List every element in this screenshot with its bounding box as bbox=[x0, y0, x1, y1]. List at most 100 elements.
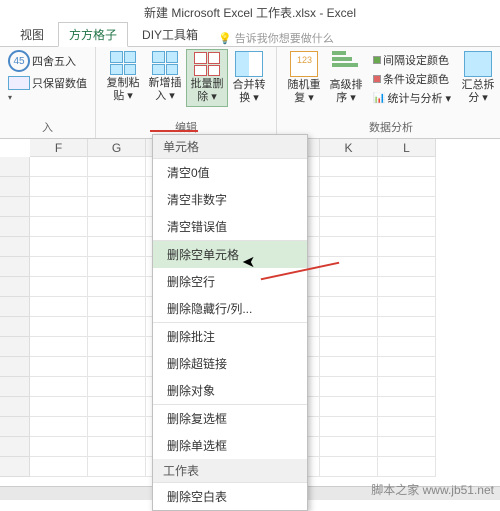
row-header[interactable] bbox=[0, 257, 30, 277]
cell[interactable] bbox=[378, 337, 436, 357]
cell[interactable] bbox=[30, 417, 88, 437]
cell[interactable] bbox=[30, 357, 88, 377]
cell[interactable] bbox=[88, 437, 146, 457]
tab-fangfanggezhi[interactable]: 方方格子 bbox=[58, 22, 128, 47]
cell[interactable] bbox=[378, 437, 436, 457]
cell[interactable] bbox=[88, 237, 146, 257]
cell[interactable] bbox=[30, 257, 88, 277]
menu-clear-zero[interactable]: 清空0值 bbox=[153, 159, 307, 186]
row-header[interactable] bbox=[0, 237, 30, 257]
cell[interactable] bbox=[88, 417, 146, 437]
col-header[interactable]: K bbox=[320, 139, 378, 157]
cell[interactable] bbox=[88, 277, 146, 297]
cell[interactable] bbox=[378, 397, 436, 417]
rounding-item[interactable]: 45四舍五入 bbox=[6, 49, 78, 73]
cell[interactable] bbox=[88, 177, 146, 197]
cell[interactable] bbox=[320, 357, 378, 377]
cell[interactable] bbox=[88, 297, 146, 317]
cell[interactable] bbox=[88, 337, 146, 357]
cell[interactable] bbox=[30, 197, 88, 217]
row-header[interactable] bbox=[0, 377, 30, 397]
menu-delete-empty-rows[interactable]: 删除空行 bbox=[153, 268, 307, 295]
cell[interactable] bbox=[30, 237, 88, 257]
cell[interactable] bbox=[88, 357, 146, 377]
cell[interactable] bbox=[30, 337, 88, 357]
row-header[interactable] bbox=[0, 357, 30, 377]
copy-paste-button[interactable]: 复制粘贴 ▾ bbox=[102, 49, 144, 107]
cell[interactable] bbox=[88, 317, 146, 337]
cell[interactable] bbox=[88, 257, 146, 277]
cell[interactable] bbox=[30, 277, 88, 297]
row-header[interactable] bbox=[0, 397, 30, 417]
condition-color-item[interactable]: 条件设定颜色 bbox=[371, 70, 453, 88]
cell[interactable] bbox=[320, 417, 378, 437]
cell[interactable] bbox=[320, 237, 378, 257]
menu-delete-empty-sheets[interactable]: 删除空白表 bbox=[153, 483, 307, 510]
cell[interactable] bbox=[378, 357, 436, 377]
cell[interactable] bbox=[30, 157, 88, 177]
tab-diy-toolbox[interactable]: DIY工具箱 bbox=[132, 23, 208, 46]
row-header[interactable] bbox=[0, 157, 30, 177]
cell[interactable] bbox=[320, 457, 378, 477]
insert-button[interactable]: 新增插入 ▾ bbox=[144, 49, 186, 107]
cell[interactable] bbox=[378, 277, 436, 297]
menu-delete-objects[interactable]: 删除对象 bbox=[153, 377, 307, 404]
menu-clear-nonnumeric[interactable]: 清空非数字 bbox=[153, 186, 307, 213]
stats-analysis-item[interactable]: 📊统计与分析 ▾ bbox=[371, 89, 453, 107]
cell[interactable] bbox=[378, 377, 436, 397]
menu-clear-errors[interactable]: 清空错误值 bbox=[153, 213, 307, 240]
cell[interactable] bbox=[30, 297, 88, 317]
row-header[interactable] bbox=[0, 317, 30, 337]
row-header[interactable] bbox=[0, 337, 30, 357]
random-repeat-button[interactable]: 123 随机重复 ▾ bbox=[283, 49, 325, 107]
menu-delete-empty-cells[interactable]: 删除空单元格 bbox=[153, 241, 307, 268]
cell[interactable] bbox=[378, 317, 436, 337]
tell-me[interactable]: 💡 告诉我你想要做什么 bbox=[218, 30, 334, 46]
cell[interactable] bbox=[320, 277, 378, 297]
cell[interactable] bbox=[320, 177, 378, 197]
cell[interactable] bbox=[88, 377, 146, 397]
cell[interactable] bbox=[320, 317, 378, 337]
cell[interactable] bbox=[320, 377, 378, 397]
row-header[interactable] bbox=[0, 197, 30, 217]
cell[interactable] bbox=[320, 397, 378, 417]
summary-split-button[interactable]: 汇总拆分 ▾ bbox=[457, 49, 499, 107]
row-header[interactable] bbox=[0, 437, 30, 457]
cell[interactable] bbox=[378, 217, 436, 237]
row-header[interactable] bbox=[0, 417, 30, 437]
row-header[interactable] bbox=[0, 457, 30, 477]
advanced-sort-button[interactable]: 高级排序 ▾ bbox=[325, 49, 367, 107]
merge-convert-button[interactable]: 合并转换 ▾ bbox=[228, 49, 270, 107]
cell[interactable] bbox=[30, 177, 88, 197]
cell[interactable] bbox=[378, 157, 436, 177]
cell[interactable] bbox=[378, 457, 436, 477]
cell[interactable] bbox=[378, 257, 436, 277]
menu-delete-checkboxes[interactable]: 删除复选框 bbox=[153, 405, 307, 432]
cell[interactable] bbox=[88, 217, 146, 237]
row-header[interactable] bbox=[0, 217, 30, 237]
cell[interactable] bbox=[320, 157, 378, 177]
dropdown-arrow[interactable]: ▾ bbox=[6, 93, 14, 104]
cell[interactable] bbox=[30, 457, 88, 477]
row-header[interactable] bbox=[0, 297, 30, 317]
menu-delete-radios[interactable]: 删除单选框 bbox=[153, 432, 307, 459]
row-header[interactable] bbox=[0, 277, 30, 297]
cell[interactable] bbox=[30, 437, 88, 457]
cell[interactable] bbox=[88, 197, 146, 217]
cell[interactable] bbox=[320, 217, 378, 237]
cell[interactable] bbox=[378, 297, 436, 317]
cell[interactable] bbox=[378, 197, 436, 217]
batch-delete-button[interactable]: 批量删除 ▾ bbox=[186, 49, 228, 107]
menu-delete-hidden[interactable]: 删除隐藏行/列... bbox=[153, 295, 307, 322]
cell[interactable] bbox=[320, 197, 378, 217]
cell[interactable] bbox=[378, 417, 436, 437]
cell[interactable] bbox=[30, 377, 88, 397]
keep-value-item[interactable]: 只保留数值 bbox=[6, 74, 89, 92]
col-header[interactable]: F bbox=[30, 139, 88, 157]
cell[interactable] bbox=[88, 457, 146, 477]
cell[interactable] bbox=[320, 437, 378, 457]
cell[interactable] bbox=[320, 257, 378, 277]
cell[interactable] bbox=[378, 237, 436, 257]
col-header[interactable]: G bbox=[88, 139, 146, 157]
interval-color-item[interactable]: 间隔设定颜色 bbox=[371, 51, 453, 69]
